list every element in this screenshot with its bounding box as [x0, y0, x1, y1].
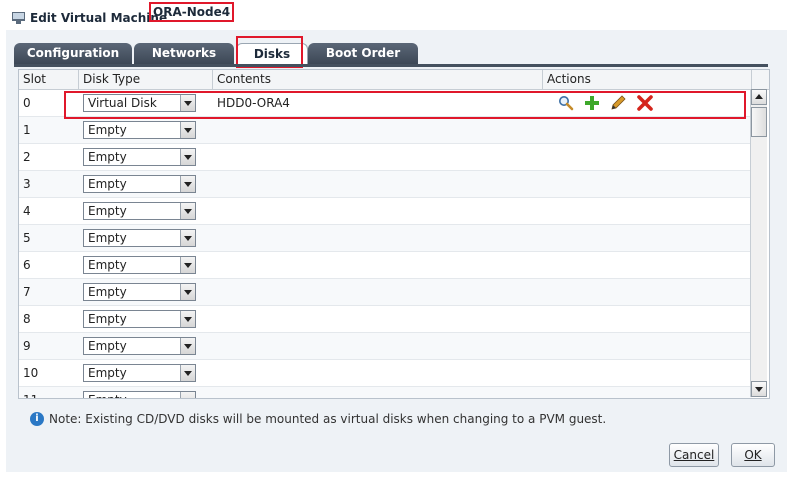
column-header-slot[interactable]: Slot [19, 70, 79, 89]
dropdown-arrow-icon[interactable] [180, 257, 195, 273]
column-header-disk-type[interactable]: Disk Type [79, 70, 213, 89]
slot-cell: 10 [23, 366, 39, 380]
table-row[interactable]: 11 Empty [19, 387, 752, 398]
table-row[interactable]: 3 Empty [19, 171, 752, 198]
dropdown-arrow-icon[interactable] [180, 230, 195, 246]
table-row[interactable]: 1 Empty [19, 117, 752, 144]
disk-type-select[interactable]: Empty [83, 202, 196, 220]
disk-type-select[interactable]: Empty [83, 337, 196, 355]
disk-type-value: Empty [88, 392, 127, 398]
dropdown-arrow-icon[interactable] [180, 311, 195, 327]
slot-cell: 1 [23, 123, 31, 137]
table-row[interactable]: 6 Empty [19, 252, 752, 279]
tab-label: Boot Order [325, 46, 401, 60]
slot-cell: 11 [19, 387, 79, 398]
ok-button[interactable]: OK [731, 443, 775, 467]
dropdown-arrow-icon[interactable] [180, 176, 195, 192]
disk-type-select[interactable]: Empty [83, 391, 196, 398]
disk-type-value: Empty [88, 177, 127, 191]
dropdown-arrow-icon[interactable] [180, 392, 195, 398]
disk-type-select[interactable]: Empty [83, 364, 196, 382]
disk-type-value: Empty [88, 123, 127, 137]
vm-icon [12, 12, 25, 24]
tab-networks[interactable]: Networks [134, 43, 234, 65]
disk-type-select[interactable]: Empty [83, 148, 196, 166]
disk-type-value: Empty [88, 339, 127, 353]
note-text: Note: Existing CD/DVD disks will be moun… [49, 412, 607, 426]
disk-type-value: Empty [88, 150, 127, 164]
tab-bar: Configuration Networks Disks Boot Order [14, 37, 774, 66]
tab-configuration[interactable]: Configuration [14, 43, 132, 65]
table-header: Slot Disk Type Contents Actions [19, 70, 769, 90]
slot-cell: 2 [23, 150, 31, 164]
dialog-title: Edit Virtual Machine [30, 11, 168, 25]
disk-type-select[interactable]: Empty [83, 121, 196, 139]
disk-type-select[interactable]: Empty [83, 256, 196, 274]
disk-type-value: Empty [88, 366, 127, 380]
dropdown-arrow-icon[interactable] [180, 122, 195, 138]
table-row[interactable]: 4 Empty [19, 198, 752, 225]
disk-type-select[interactable]: Empty [83, 229, 196, 247]
table-scrollbar[interactable] [750, 89, 767, 397]
tab-boot-order[interactable]: Boot Order [308, 43, 418, 65]
disk-type-select[interactable]: Empty [83, 310, 196, 328]
disk-type-select[interactable]: Empty [83, 175, 196, 193]
dropdown-arrow-icon[interactable] [180, 203, 195, 219]
slot-cell: 3 [23, 177, 31, 191]
disk-type-value: Empty [88, 258, 127, 272]
column-header-actions[interactable]: Actions [543, 70, 752, 89]
dropdown-arrow-icon[interactable] [180, 149, 195, 165]
dropdown-arrow-icon[interactable] [180, 338, 195, 354]
tab-label: Networks [151, 46, 217, 60]
cancel-button[interactable]: Cancel [669, 443, 719, 467]
table-row[interactable]: 10 Empty [19, 360, 752, 387]
disk-type-value: Empty [88, 204, 127, 218]
dropdown-arrow-icon[interactable] [180, 365, 195, 381]
column-header-contents[interactable]: Contents [213, 70, 543, 89]
slot-cell: 9 [23, 339, 31, 353]
info-icon: i [30, 412, 44, 426]
slot-cell: 8 [23, 312, 31, 326]
disk-type-value: Empty [88, 231, 127, 245]
table-row[interactable]: 5 Empty [19, 225, 752, 252]
disk-type-value: Empty [88, 312, 127, 326]
scroll-thumb[interactable] [751, 107, 767, 137]
row-0-highlight [64, 91, 746, 119]
table-row[interactable]: 9 Empty [19, 333, 752, 360]
slot-cell: 7 [23, 285, 31, 299]
disk-type-value: Empty [88, 285, 127, 299]
disk-type-select[interactable]: Empty [83, 283, 196, 301]
table-row[interactable]: 2 Empty [19, 144, 752, 171]
scroll-up-icon[interactable] [751, 89, 767, 105]
slot-cell: 6 [23, 258, 31, 272]
vm-name: ORA-Node4 [149, 2, 235, 22]
scroll-down-icon[interactable] [751, 381, 767, 397]
table-row[interactable]: 7 Empty [19, 279, 752, 306]
tab-baseline [14, 64, 768, 67]
slot-cell: 5 [23, 231, 31, 245]
table-row[interactable]: 8 Empty [19, 306, 752, 333]
dialog-titlebar: Edit Virtual Machine [6, 6, 787, 30]
dropdown-arrow-icon[interactable] [180, 284, 195, 300]
tab-label: Configuration [26, 46, 120, 60]
slot-cell: 4 [23, 204, 31, 218]
